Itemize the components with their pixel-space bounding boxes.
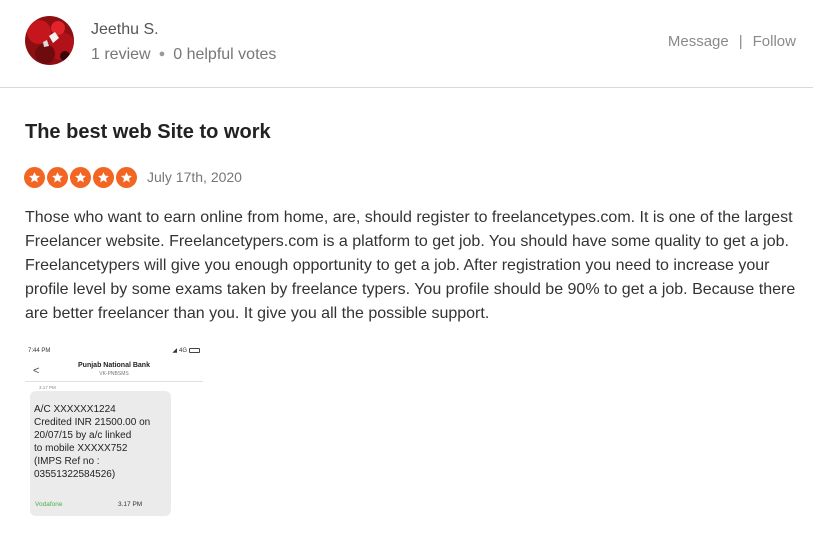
sms-timestamp: 3.17 PM xyxy=(39,385,56,390)
sms-sender-code: VK-PNBSMS xyxy=(99,371,129,377)
review-count: 1 review xyxy=(91,46,151,63)
star-icon xyxy=(47,167,68,188)
review-attachment-screenshot[interactable]: 7:44 PM ◢ 4G < Punjab National Bank VK-P… xyxy=(25,344,203,524)
reviewer-actions: Message | Follow xyxy=(668,33,796,50)
review-date: July 17th, 2020 xyxy=(147,169,242,185)
status-bar-time: 7:44 PM xyxy=(28,348,51,354)
stats-separator-dot: ● xyxy=(158,48,166,60)
star-icon xyxy=(93,167,114,188)
actions-separator: | xyxy=(738,33,743,50)
reviewer-name[interactable]: Jeethu S. xyxy=(91,21,159,39)
sms-carrier: Vodafone xyxy=(35,501,63,508)
follow-button[interactable]: Follow xyxy=(753,33,796,50)
avatar[interactable] xyxy=(25,16,74,65)
sms-message-time: 3.17 PM xyxy=(118,501,143,508)
sms-bubble: A/C XXXXXX1224 Credited INR 21500.00 on … xyxy=(30,391,171,516)
reviewer-stats: 1 review ● 0 helpful votes xyxy=(91,46,276,64)
message-button[interactable]: Message xyxy=(668,33,729,50)
review-body: Those who want to earn online from home,… xyxy=(25,209,796,322)
sms-message-text: A/C XXXXXX1224 Credited INR 21500.00 on … xyxy=(34,404,151,481)
review-title: The best web Site to work xyxy=(25,121,271,143)
star-icon xyxy=(24,167,45,188)
divider xyxy=(25,381,203,382)
star-icon xyxy=(70,167,91,188)
battery-icon xyxy=(189,348,200,353)
helpful-votes-count: 0 helpful votes xyxy=(173,46,277,63)
signal-icon: ◢ xyxy=(172,348,177,354)
star-rating xyxy=(24,167,139,189)
network-label: 4G xyxy=(178,347,187,354)
sms-sender-name: Punjab National Bank xyxy=(78,362,150,369)
reviewer-header: Jeethu S. 1 review ● 0 helpful votes Messa… xyxy=(0,0,813,88)
star-icon xyxy=(116,167,137,188)
status-bar-indicators: ◢ 4G xyxy=(172,347,200,354)
